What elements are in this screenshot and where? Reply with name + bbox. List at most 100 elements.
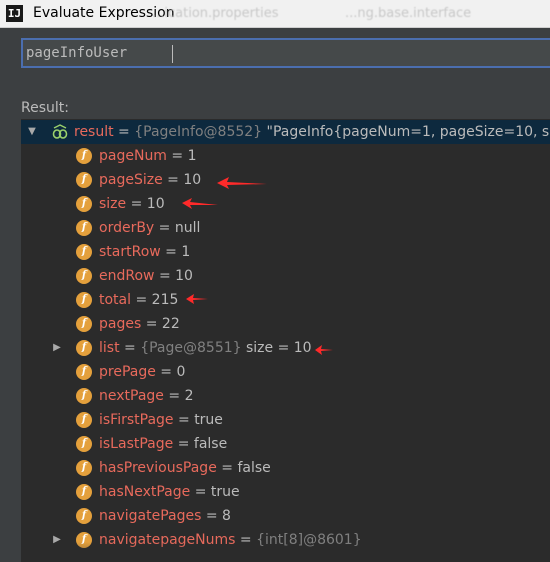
result-root-row[interactable]: ▼ result = {PageInfo@8552} "PageInfo{pag… (21, 120, 550, 144)
tree-row-hasNextPage[interactable]: f hasNextPage = true (21, 480, 550, 504)
field-value: 1 (181, 244, 191, 260)
intellij-icon: IJ (6, 5, 23, 22)
field-extra: size = 10 (246, 340, 312, 356)
expression-field[interactable] (21, 38, 550, 68)
field-text: navigatePages = 8 (99, 508, 231, 524)
field-text: hasNextPage = true (99, 484, 240, 500)
annotation-arrow-size (182, 198, 218, 209)
field-ref: {int[8]@8601} (256, 532, 362, 548)
field-name: isLastPage (99, 436, 174, 452)
field-text: nextPage = 2 (99, 388, 194, 404)
field-text: endRow = 10 (99, 268, 193, 284)
tree-row-pageNum[interactable]: f pageNum = 1 (21, 144, 550, 168)
field-icon: f (76, 388, 92, 404)
field-text: prePage = 0 (99, 364, 186, 380)
field-name: nextPage (99, 388, 164, 404)
field-icon: f (76, 268, 92, 284)
expression-input[interactable] (26, 42, 526, 64)
field-text: startRow = 1 (99, 244, 191, 260)
field-icon: f (76, 244, 92, 260)
field-value: 22 (161, 316, 180, 332)
result-root-text: result = {PageInfo@8552} "PageInfo{pageN… (74, 120, 549, 144)
field-ref: {Page@8551} (140, 340, 242, 356)
field-value: null (174, 220, 201, 236)
field-name: navigatepageNums (99, 532, 236, 548)
field-text: list = {Page@8551} size = 10 (99, 340, 312, 356)
annotation-arrow-total (186, 294, 208, 304)
field-icon: f (76, 364, 92, 380)
field-text: total = 215 (99, 292, 179, 308)
field-icon: f (76, 292, 92, 308)
field-value: 8 (222, 508, 231, 524)
field-name: list (99, 340, 120, 356)
field-name: hasPreviousPage (99, 460, 217, 476)
result-label-text: Result: (21, 100, 69, 116)
triangle-right-icon[interactable]: ▶ (51, 342, 63, 354)
field-text: pages = 22 (99, 316, 180, 332)
field-icon: f (76, 436, 92, 452)
tree-row-endRow[interactable]: f endRow = 10 (21, 264, 550, 288)
field-icon: f (76, 460, 92, 476)
field-icon: f (76, 508, 92, 524)
field-value: false (193, 436, 228, 452)
field-name: endRow (99, 268, 155, 284)
field-icon: f (76, 340, 92, 356)
field-name: prePage (99, 364, 156, 380)
title-bar: IJ Evaluate Expression ...ication.proper… (0, 0, 550, 28)
field-name: pageNum (99, 148, 167, 164)
result-tree[interactable]: ▼ result = {PageInfo@8552} "PageInfo{pag… (21, 119, 550, 562)
field-value: 10 (146, 196, 165, 212)
triangle-down-icon[interactable]: ▼ (26, 126, 38, 138)
field-name: total (99, 292, 132, 308)
result-root-value: "PageInfo{pageNum=1, pageSize=10, s (262, 124, 550, 140)
field-icon: f (76, 316, 92, 332)
field-value: true (210, 484, 240, 500)
tree-row-isFirstPage[interactable]: f isFirstPage = true (21, 408, 550, 432)
field-text: isFirstPage = true (99, 412, 223, 428)
tree-row-startRow[interactable]: f startRow = 1 (21, 240, 550, 264)
tree-row-hasPreviousPage[interactable]: f hasPreviousPage = false (21, 456, 550, 480)
field-value: false (237, 460, 271, 476)
field-value: 2 (184, 388, 194, 404)
annotation-arrow-pagesize (217, 177, 267, 189)
watch-result-icon (52, 124, 68, 139)
field-name: size (99, 196, 127, 212)
field-icon: f (76, 148, 92, 164)
field-name: orderBy (99, 220, 155, 236)
field-value: 10 (175, 268, 193, 284)
result-root-ref: {PageInfo@8552} (134, 124, 263, 140)
field-name: hasNextPage (99, 484, 191, 500)
tree-row-pageSize[interactable]: f pageSize = 10 (21, 168, 550, 192)
field-icon: f (76, 196, 92, 212)
tree-row-nextPage[interactable]: f nextPage = 2 (21, 384, 550, 408)
tree-row-navigatepageNums[interactable]: ▶ f navigatepageNums = {int[8]@8601} (21, 528, 550, 552)
field-text: size = 10 (99, 196, 165, 212)
field-value: 0 (176, 364, 186, 380)
field-name: navigatePages (99, 508, 202, 524)
field-text: pageNum = 1 (99, 148, 197, 164)
tree-row-isLastPage[interactable]: f isLastPage = false (21, 432, 550, 456)
background-tab-1: ...ication.properties (152, 6, 279, 21)
field-text: navigatepageNums = {int[8]@8601} (99, 532, 362, 548)
field-text: isLastPage = false (99, 436, 228, 452)
field-icon: f (76, 220, 92, 236)
result-root-eq: = (113, 124, 135, 140)
tree-row-prePage[interactable]: f prePage = 0 (21, 360, 550, 384)
field-value: true (194, 412, 223, 428)
annotation-arrow-list (315, 345, 333, 355)
tree-row-list[interactable]: ▶ f list = {Page@8551} size = 10 (21, 336, 550, 360)
tree-row-pages[interactable]: f pages = 22 (21, 312, 550, 336)
field-icon: f (76, 412, 92, 428)
tree-row-size[interactable]: f size = 10 (21, 192, 550, 216)
triangle-right-icon[interactable]: ▶ (51, 534, 63, 546)
field-name: isFirstPage (99, 412, 174, 428)
field-text: pageSize = 10 (99, 172, 202, 188)
tree-row-total[interactable]: f total = 215 (21, 288, 550, 312)
tree-row-orderBy[interactable]: f orderBy = null (21, 216, 550, 240)
field-name: startRow (99, 244, 161, 260)
field-text: hasPreviousPage = false (99, 460, 271, 476)
field-value: 215 (151, 292, 179, 308)
field-icon: f (76, 484, 92, 500)
field-name: pageSize (99, 172, 163, 188)
tree-row-navigatePages[interactable]: f navigatePages = 8 (21, 504, 550, 528)
